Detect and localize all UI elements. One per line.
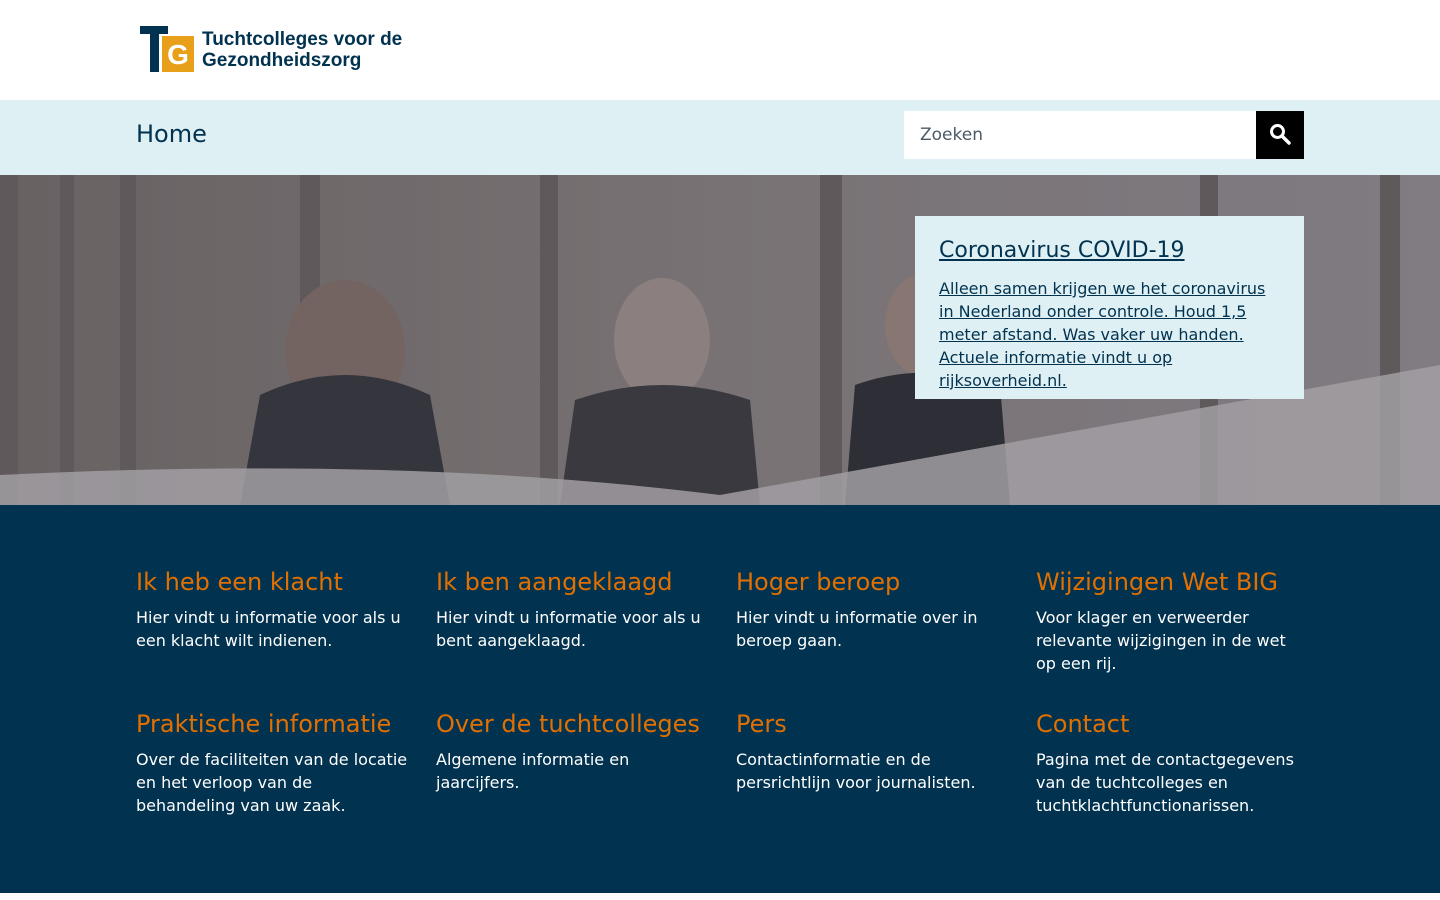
tile-title[interactable]: Ik heb een klacht <box>136 568 408 596</box>
logo-line-1: Tuchtcolleges voor de <box>202 29 403 50</box>
tile-aangeklaagd: Ik ben aangeklaagd Hier vindt u informat… <box>436 568 708 652</box>
tile-title[interactable]: Pers <box>736 710 1008 738</box>
tile-contact: Contact Pagina met de contactgegevens va… <box>1036 710 1308 817</box>
hero-banner: Coronavirus COVID-19 Alleen samen krijge… <box>0 175 1440 505</box>
tile-text: Contactinformatie en de persrichtlijn vo… <box>736 750 976 792</box>
covid-notice: Coronavirus COVID-19 Alleen samen krijge… <box>915 216 1304 399</box>
tile-title[interactable]: Contact <box>1036 710 1308 738</box>
notice-text-link[interactable]: Alleen samen krijgen we het coronavirus … <box>939 277 1280 392</box>
search-input[interactable] <box>904 111 1256 159</box>
tile-title[interactable]: Wijzigingen Wet BIG <box>1036 568 1308 596</box>
topic-tiles: Ik heb een klacht Hier vindt u informati… <box>0 505 1440 893</box>
tile-text: Voor klager en verweerder relevante wijz… <box>1036 608 1286 673</box>
search-button[interactable] <box>1256 111 1304 159</box>
search-form <box>904 111 1304 159</box>
site-logo[interactable]: G Tuchtcolleges voor de Gezondheidszorg <box>140 26 402 74</box>
footer-strip <box>0 893 1440 900</box>
logo-line-2: Gezondheidszorg <box>202 50 362 71</box>
logo-text: Tuchtcolleges voor de Gezondheidszorg <box>202 29 402 71</box>
tile-klacht: Ik heb een klacht Hier vindt u informati… <box>136 568 408 652</box>
tile-title[interactable]: Ik ben aangeklaagd <box>436 568 708 596</box>
tile-text: Pagina met de contactgegevens van de tuc… <box>1036 750 1294 815</box>
tile-title[interactable]: Hoger beroep <box>736 568 1008 596</box>
tile-text: Hier vindt u informatie voor als u een k… <box>136 608 401 650</box>
tile-praktische-informatie: Praktische informatie Over de faciliteit… <box>136 710 408 817</box>
search-icon <box>1269 123 1291 148</box>
tile-text: Hier vindt u informatie voor als u bent … <box>436 608 701 650</box>
nav-home-link[interactable]: Home <box>136 120 207 148</box>
tile-over-tuchtcolleges: Over de tuchtcolleges Algemene informati… <box>436 710 708 794</box>
tile-title[interactable]: Praktische informatie <box>136 710 408 738</box>
svg-text:G: G <box>167 39 189 70</box>
tile-wet-big: Wijzigingen Wet BIG Voor klager en verwe… <box>1036 568 1308 675</box>
site-header: G Tuchtcolleges voor de Gezondheidszorg <box>0 0 1440 100</box>
tile-text: Over de faciliteiten van de locatie en h… <box>136 750 408 815</box>
tile-text: Hier vindt u informatie over in beroep g… <box>736 608 978 650</box>
tile-text: Algemene informatie en jaarcijfers. <box>436 750 630 792</box>
tile-title[interactable]: Over de tuchtcolleges <box>436 710 708 738</box>
tile-pers: Pers Contactinformatie en de persrichtli… <box>736 710 1008 794</box>
main-navigation: Home <box>0 100 1440 175</box>
notice-title-link[interactable]: Coronavirus COVID-19 <box>939 238 1280 263</box>
logo-mark: G <box>140 26 196 74</box>
tile-hoger-beroep: Hoger beroep Hier vindt u informatie ove… <box>736 568 1008 652</box>
